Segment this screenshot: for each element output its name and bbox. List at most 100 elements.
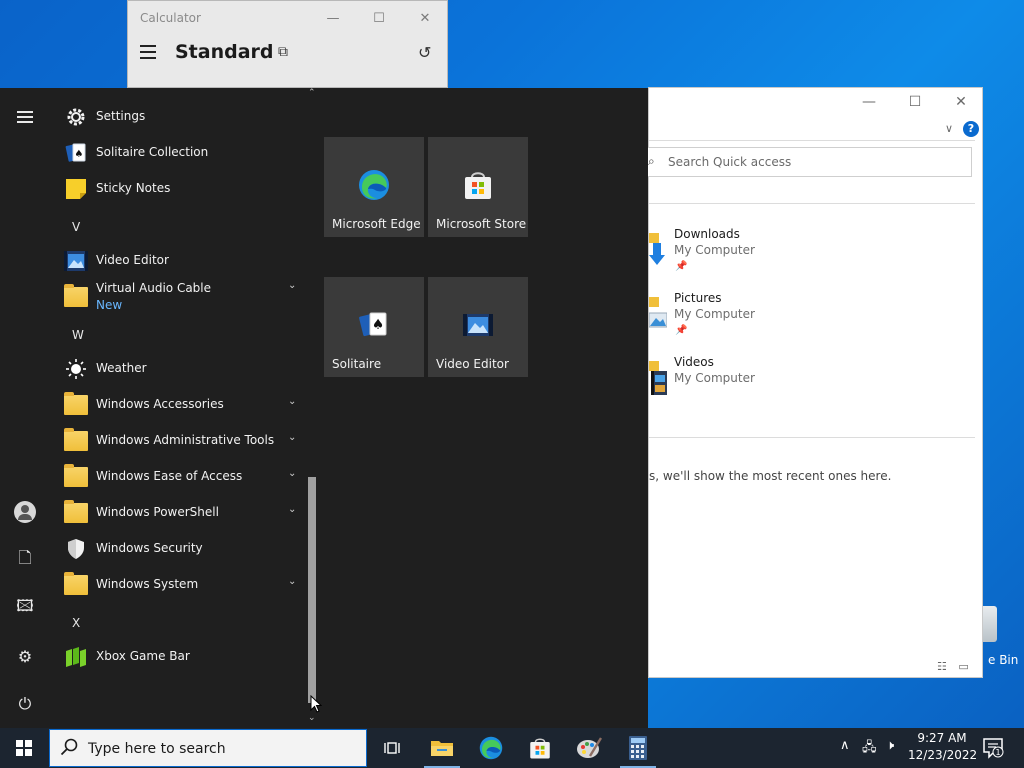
solitaire-cards-icon: ♠: [65, 143, 86, 162]
expand-chevron-icon[interactable]: ⌄: [288, 576, 296, 587]
show-hidden-icons-chevron[interactable]: ∧: [840, 738, 850, 753]
clock-date[interactable]: 12/23/2022: [908, 748, 977, 762]
taskbar-edge[interactable]: [467, 728, 515, 768]
app-item-virtual-audio-cable[interactable]: Virtual Audio Cable New ⌄: [50, 270, 306, 316]
taskbar: Type here to search ∧ 🖧 🕨 9:27 AM 12/23/…: [0, 728, 1024, 768]
group-letter-x[interactable]: X: [72, 616, 80, 630]
app-item-settings[interactable]: Settings: [50, 98, 306, 134]
tile-video-editor[interactable]: Video Editor: [428, 277, 528, 377]
file-explorer-window[interactable]: — ☐ ✕ ∨ ? ⌕ Search Quick access Download…: [647, 87, 983, 678]
app-item-windows-powershell[interactable]: Windows PowerShell ⌄: [50, 494, 306, 530]
action-center-icon[interactable]: 1: [982, 737, 1004, 759]
ribbon-expand-chevron-icon[interactable]: ∨: [945, 122, 953, 135]
app-item-windows-ease-of-access[interactable]: Windows Ease of Access ⌄: [50, 458, 306, 494]
app-label: Windows Accessories: [96, 397, 224, 411]
taskbar-microsoft-store[interactable]: [516, 728, 564, 768]
quick-access-item-videos[interactable]: Videos My Computer: [649, 355, 849, 405]
expand-chevron-icon[interactable]: ⌄: [288, 396, 296, 407]
ribbon-divider: [649, 140, 975, 141]
taskbar-file-explorer[interactable]: [418, 728, 466, 768]
settings-gear-icon: [67, 108, 85, 126]
quick-access-item-downloads[interactable]: Downloads My Computer 📌: [649, 227, 849, 277]
app-label: Virtual Audio Cable: [96, 281, 212, 295]
quick-access-location: My Computer: [674, 307, 755, 321]
network-icon[interactable]: 🖧: [862, 738, 877, 760]
recycle-bin-icon[interactable]: [983, 606, 997, 642]
search-icon: ⌕: [648, 154, 655, 168]
xbox-game-bar-icon: [66, 647, 86, 667]
search-divider: [649, 203, 975, 204]
start-menu[interactable]: 🗋 🖾 ⚙ ⏻ Settings ♠ Solitaire Collection: [0, 88, 648, 728]
expand-chevron-icon[interactable]: ⌄: [288, 432, 296, 443]
app-item-sticky-notes[interactable]: Sticky Notes: [50, 170, 306, 206]
volume-icon[interactable]: 🕨: [886, 738, 894, 753]
scroll-down-arrow-icon[interactable]: ⌄: [308, 713, 316, 723]
app-item-xbox-game-bar[interactable]: Xbox Game Bar: [50, 638, 306, 674]
video-editor-icon: [64, 251, 88, 271]
documents-icon[interactable]: 🗋: [13, 548, 37, 572]
app-label: Sticky Notes: [96, 181, 171, 195]
tile-microsoft-edge[interactable]: Microsoft Edge: [324, 137, 424, 237]
videos-folder-icon: [649, 361, 667, 395]
power-icon[interactable]: ⏻: [13, 692, 37, 716]
task-view-button[interactable]: [368, 728, 416, 768]
view-mode-icons[interactable]: ☷ ▭: [937, 660, 973, 673]
scrollbar-thumb[interactable]: [308, 477, 316, 703]
explorer-minimize-button[interactable]: —: [849, 92, 889, 112]
notification-count: 1: [995, 748, 1000, 757]
taskbar-paint[interactable]: [565, 728, 613, 768]
sticky-note-icon: [66, 179, 86, 199]
explorer-search-placeholder: Search Quick access: [668, 155, 792, 169]
expand-chevron-icon[interactable]: ⌄: [288, 468, 296, 479]
pictures-icon[interactable]: 🖾: [13, 596, 37, 620]
taskbar-search-box[interactable]: Type here to search: [49, 729, 367, 767]
app-item-windows-accessories[interactable]: Windows Accessories ⌄: [50, 386, 306, 422]
quick-access-location: My Computer: [674, 371, 755, 385]
help-icon[interactable]: ?: [963, 121, 979, 137]
explorer-maximize-button[interactable]: ☐: [895, 92, 935, 112]
expand-chevron-icon[interactable]: ⌄: [288, 504, 296, 515]
user-account-icon[interactable]: [13, 500, 37, 524]
scroll-up-arrow-icon[interactable]: ⌃: [308, 88, 316, 98]
edge-icon: [359, 170, 389, 200]
app-label: Solitaire Collection: [96, 145, 209, 159]
tile-label: Microsoft Edge: [332, 217, 421, 231]
taskbar-calculator[interactable]: [614, 728, 662, 768]
pin-icon: 📌: [675, 325, 688, 336]
recent-files-message: s, we'll show the most recent ones here.: [649, 469, 892, 483]
group-letter-w[interactable]: W: [72, 328, 84, 342]
explorer-search-input[interactable]: ⌕ Search Quick access: [647, 147, 972, 177]
windows-logo-icon: [16, 740, 32, 756]
app-label: Video Editor: [96, 253, 169, 267]
calculator-maximize-button[interactable]: ☐: [362, 5, 396, 31]
edge-icon: [479, 736, 503, 760]
history-icon[interactable]: ↺: [418, 43, 431, 62]
shield-icon: [68, 539, 84, 559]
calculator-window[interactable]: Calculator — ☐ ✕ Standard ⧉ ↺: [127, 0, 448, 88]
pin-icon: 📌: [675, 261, 688, 272]
explorer-close-button[interactable]: ✕: [941, 92, 981, 112]
expand-menu-icon[interactable]: [13, 105, 37, 129]
group-letter-v[interactable]: V: [72, 220, 80, 234]
tile-solitaire[interactable]: ♠ Solitaire: [324, 277, 424, 377]
app-item-solitaire-collection[interactable]: ♠ Solitaire Collection: [50, 134, 306, 170]
folder-icon: [64, 284, 88, 307]
app-item-weather[interactable]: Weather: [50, 350, 306, 386]
tile-microsoft-store[interactable]: Microsoft Store: [428, 137, 528, 237]
calculator-menu-icon[interactable]: [140, 45, 156, 59]
quick-access-divider: [649, 437, 975, 438]
folder-icon: [64, 464, 88, 487]
app-item-windows-security[interactable]: Windows Security: [50, 530, 306, 566]
quick-access-item-pictures[interactable]: Pictures My Computer 📌: [649, 291, 849, 341]
keep-on-top-icon[interactable]: ⧉: [278, 44, 288, 60]
start-button[interactable]: [0, 728, 48, 768]
settings-gear-icon[interactable]: ⚙: [13, 644, 37, 668]
calculator-minimize-button[interactable]: —: [316, 5, 350, 31]
expand-chevron-icon[interactable]: ⌄: [288, 280, 296, 291]
app-item-windows-system[interactable]: Windows System ⌄: [50, 566, 306, 602]
app-item-windows-administrative-tools[interactable]: Windows Administrative Tools ⌄: [50, 422, 306, 458]
calculator-close-button[interactable]: ✕: [408, 5, 442, 31]
clock-time[interactable]: 9:27 AM: [914, 731, 970, 745]
paint-palette-icon: [577, 737, 602, 758]
store-bag-icon: [530, 738, 550, 759]
